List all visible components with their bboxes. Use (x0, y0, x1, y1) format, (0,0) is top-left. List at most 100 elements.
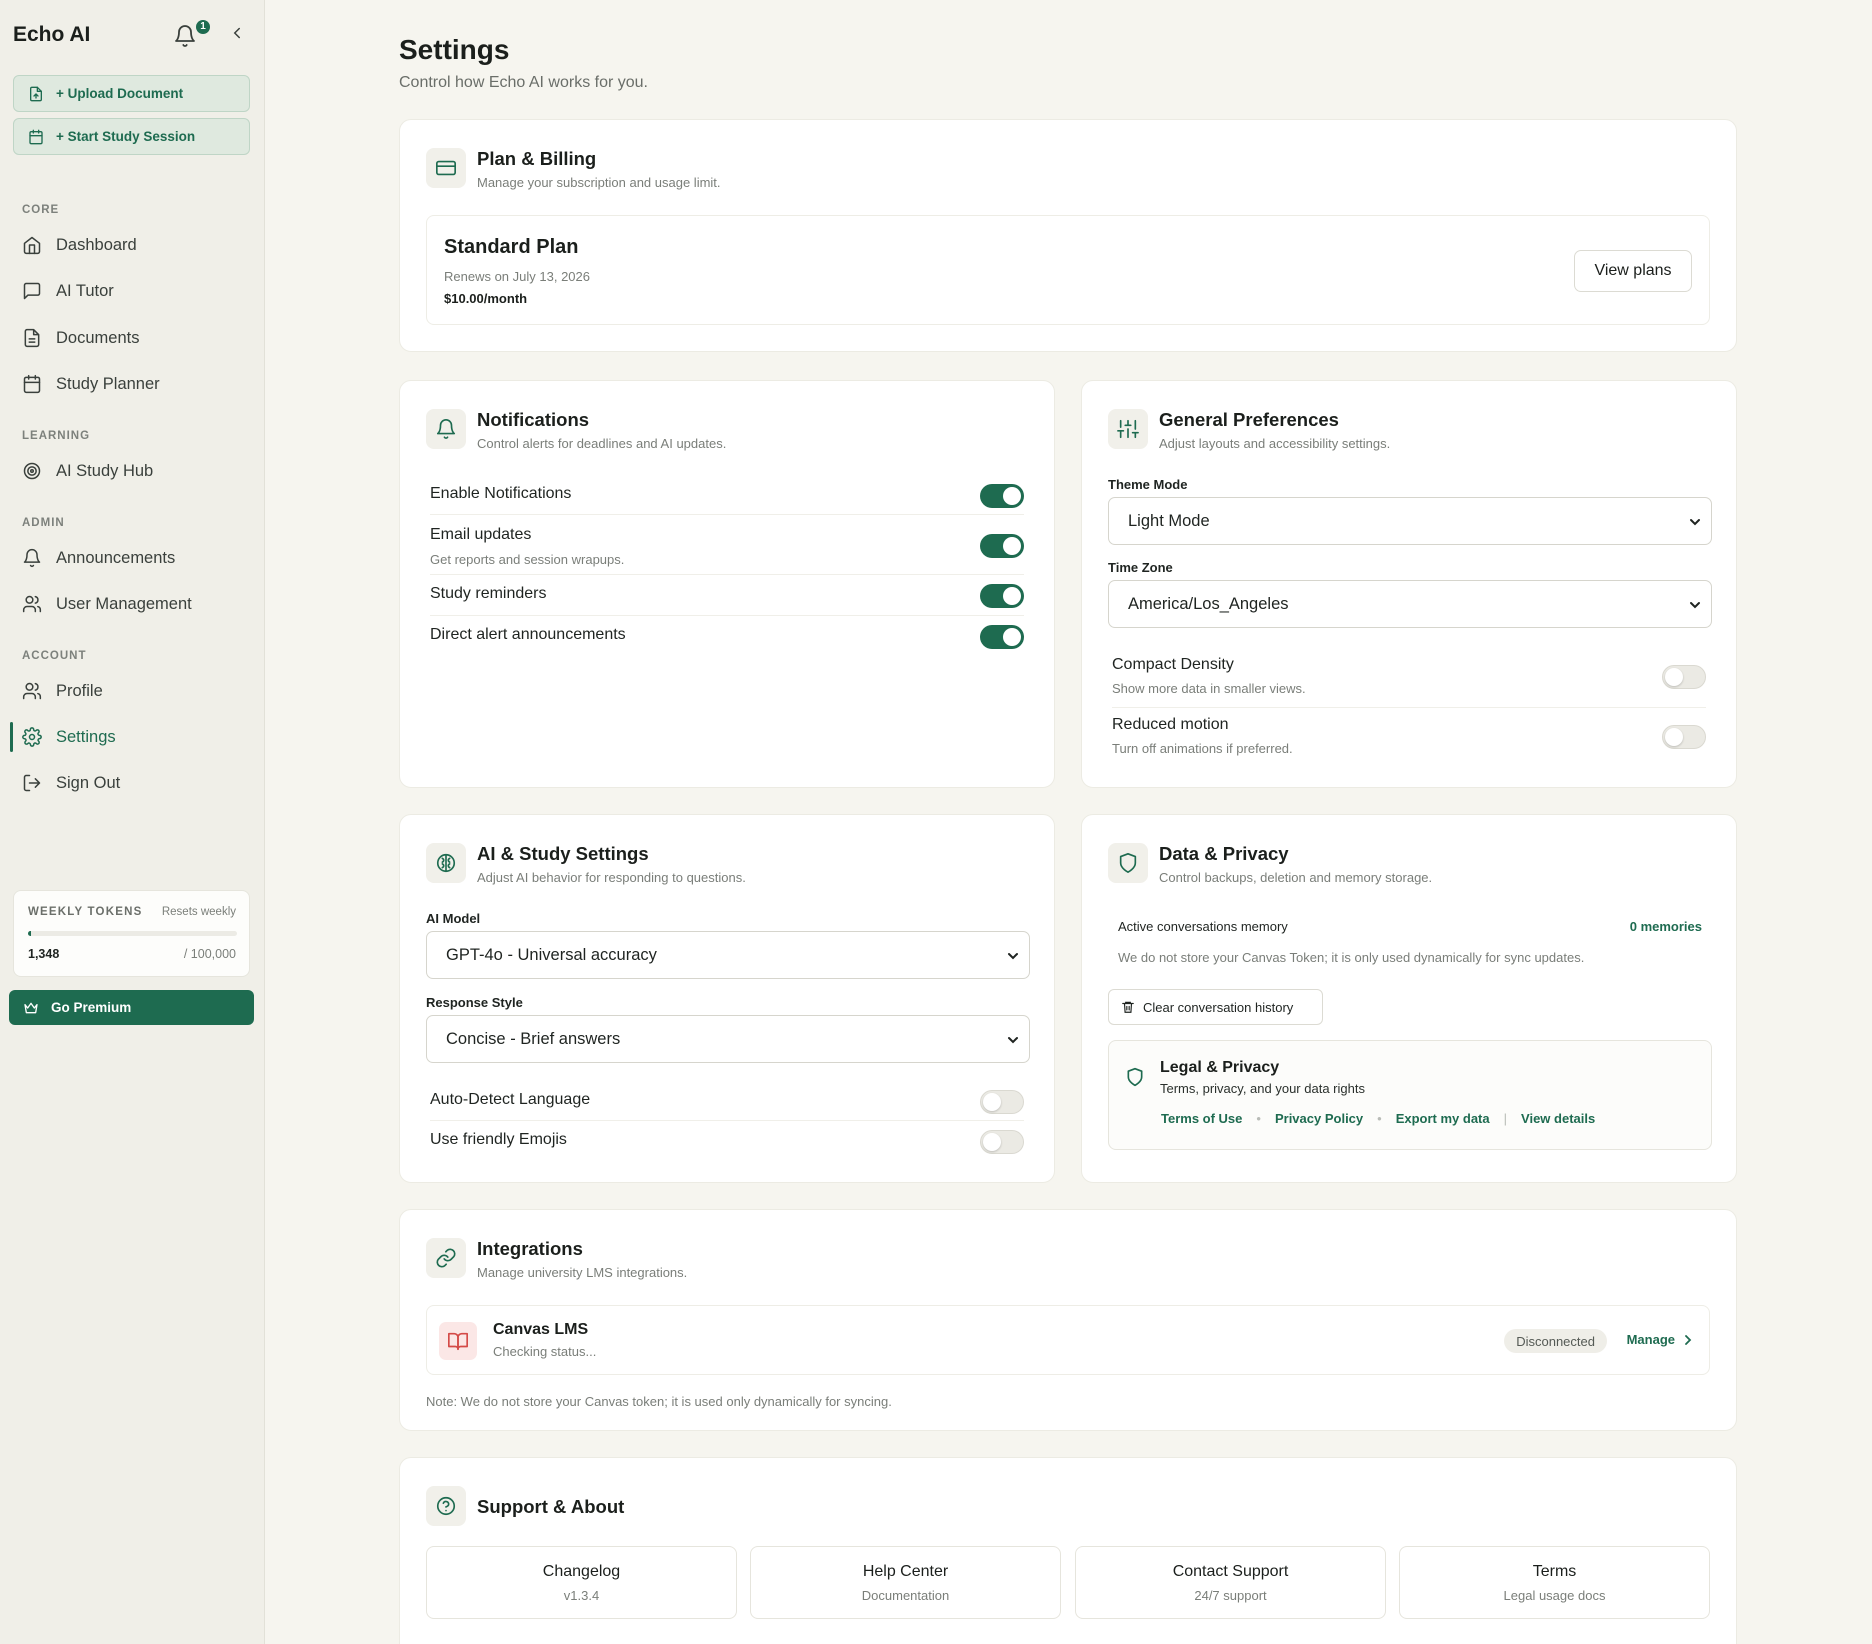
friendly-emojis-toggle[interactable] (980, 1130, 1024, 1154)
go-premium-label: Go Premium (51, 1000, 132, 1015)
sidebar-item-label: Study Planner (56, 374, 160, 393)
chevron-down-icon (1690, 519, 1700, 526)
collapse-sidebar-button[interactable] (228, 24, 250, 48)
sidebar-item-label: Documents (56, 328, 140, 347)
reduced-motion-toggle[interactable] (1662, 725, 1706, 749)
sidebar-item-study-planner[interactable]: Study Planner (10, 365, 255, 403)
terms-tile[interactable]: Terms Legal usage docs (1399, 1546, 1710, 1619)
plan-price: $10.00/month (444, 291, 528, 306)
sidebar-item-dashboard[interactable]: Dashboard (10, 226, 255, 264)
toggle-knob (983, 1093, 1001, 1111)
plan-billing-card: Plan & Billing Manage your subscription … (399, 119, 1737, 352)
card-title: Notifications (477, 409, 590, 430)
sliders-icon (1117, 419, 1139, 439)
theme-mode-select[interactable]: Light Mode (1108, 497, 1712, 545)
card-title: Plan & Billing (477, 148, 597, 169)
start-study-session-button[interactable]: + Start Study Session (13, 118, 250, 155)
card-title: Integrations (477, 1238, 583, 1259)
card-icon-box (1108, 409, 1148, 449)
tokens-used: 1,348 (28, 947, 60, 961)
card-description: Control alerts for deadlines and AI upda… (477, 436, 727, 451)
status-badge: Disconnected (1504, 1329, 1607, 1353)
toggle-knob (1665, 728, 1683, 746)
tokens-progress-fill (28, 931, 31, 936)
gear-icon (22, 727, 42, 747)
manage-canvas-link[interactable]: Manage (1627, 1332, 1693, 1347)
weekly-tokens-card: WEEKLY TOKENS Resets weekly 1,348 / 100,… (13, 890, 250, 977)
ai-model-select[interactable]: GPT-4o - Universal accuracy (426, 931, 1030, 979)
auto-detect-language-toggle[interactable] (980, 1090, 1024, 1114)
legal-subtitle: Terms, privacy, and your data rights (1160, 1081, 1365, 1096)
select-value: Concise - Brief answers (446, 1029, 621, 1048)
changelog-tile[interactable]: Changelog v1.3.4 (426, 1546, 737, 1619)
sidebar-item-documents[interactable]: Documents (10, 319, 255, 357)
contact-support-tile[interactable]: Contact Support 24/7 support (1075, 1546, 1386, 1619)
notifications-button[interactable]: 1 (171, 20, 210, 50)
upload-document-label: + Upload Document (56, 86, 184, 101)
compact-density-toggle[interactable] (1662, 665, 1706, 689)
sidebar-item-settings[interactable]: Settings (10, 718, 255, 756)
study-reminders-toggle[interactable] (980, 584, 1024, 608)
file-upload-icon (30, 86, 42, 101)
reduced-motion-row: Reduced motion Turn off animations if pr… (1112, 709, 1706, 769)
terms-of-use-link[interactable]: Terms of Use (1161, 1111, 1242, 1126)
theme-mode-label: Theme Mode (1108, 477, 1188, 492)
start-study-session-label: + Start Study Session (56, 129, 196, 144)
legal-links: Terms of Use • Privacy Policy • Export m… (1161, 1111, 1595, 1126)
email-updates-toggle[interactable] (980, 534, 1024, 558)
sidebar-item-ai-tutor[interactable]: AI Tutor (10, 272, 255, 310)
direct-alerts-toggle[interactable] (980, 625, 1024, 649)
time-zone-label: Time Zone (1108, 560, 1173, 575)
sidebar-item-announcements[interactable]: Announcements (10, 539, 255, 577)
link-separator: • (1256, 1111, 1261, 1126)
toggle-label: Study reminders (430, 585, 547, 602)
toggle-description: Turn off animations if preferred. (1112, 741, 1293, 756)
time-zone-select[interactable]: America/Los_Angeles (1108, 580, 1712, 628)
enable-notifications-toggle[interactable] (980, 484, 1024, 508)
memory-count: 0 memories (1629, 919, 1702, 934)
toggle-label: Use friendly Emojis (430, 1131, 567, 1148)
page-subtitle: Control how Echo AI works for you. (399, 74, 648, 91)
card-icon-box (426, 843, 466, 883)
card-icon-box (426, 148, 466, 188)
sidebar-item-user-management[interactable]: User Management (10, 585, 255, 623)
study-reminders-row: Study reminders (430, 576, 1024, 616)
plan-name: Standard Plan (444, 236, 579, 258)
sidebar-item-sign-out[interactable]: Sign Out (10, 764, 255, 802)
chevron-right-icon (1685, 1334, 1692, 1345)
tile-title: Terms (1532, 1563, 1577, 1580)
card-icon-box (426, 409, 466, 449)
export-data-link[interactable]: Export my data (1396, 1111, 1490, 1126)
view-details-link[interactable]: View details (1521, 1111, 1595, 1126)
upload-document-button[interactable]: + Upload Document (13, 75, 250, 112)
user-icon (22, 682, 42, 700)
section-learning: LEARNING (22, 430, 91, 442)
response-style-select[interactable]: Concise - Brief answers (426, 1015, 1030, 1063)
bell-icon (175, 25, 195, 47)
clear-history-button[interactable]: Clear conversation history (1108, 989, 1323, 1025)
response-style-label: Response Style (426, 995, 523, 1010)
support-about-card: Support & About Changelog v1.3.4 Help Ce… (399, 1457, 1737, 1644)
tile-subtitle: Legal usage docs (1503, 1588, 1606, 1603)
enable-notifications-row: Enable Notifications (430, 477, 1024, 515)
sidebar-item-ai-study-hub[interactable]: AI Study Hub (10, 452, 255, 490)
help-center-tile[interactable]: Help Center Documentation (750, 1546, 1061, 1619)
toggle-knob (983, 1133, 1001, 1151)
go-premium-button[interactable]: Go Premium (9, 990, 254, 1025)
sidebar-item-profile[interactable]: Profile (10, 672, 255, 710)
privacy-policy-link[interactable]: Privacy Policy (1275, 1111, 1363, 1126)
toggle-label: Reduced motion (1112, 716, 1229, 733)
canvas-lms-status: Checking status... (493, 1344, 597, 1359)
section-account: ACCOUNT (22, 650, 87, 662)
integrations-note: Note: We do not store your Canvas token;… (426, 1394, 892, 1409)
canvas-icon-box (439, 1322, 477, 1360)
link-separator: | (1503, 1111, 1508, 1126)
sidebar: Echo AI 1 + Upload Document + Start Stud… (0, 0, 265, 1644)
plan-box: Standard Plan Renews on July 13, 2026 $1… (426, 215, 1710, 325)
plan-renewal: Renews on July 13, 2026 (444, 269, 590, 284)
auto-detect-language-row: Auto-Detect Language (430, 1081, 1024, 1121)
card-title: Support & About (477, 1496, 625, 1517)
friendly-emojis-row: Use friendly Emojis (430, 1122, 1024, 1162)
crown-icon (24, 1002, 38, 1013)
view-plans-button[interactable]: View plans (1574, 250, 1692, 292)
